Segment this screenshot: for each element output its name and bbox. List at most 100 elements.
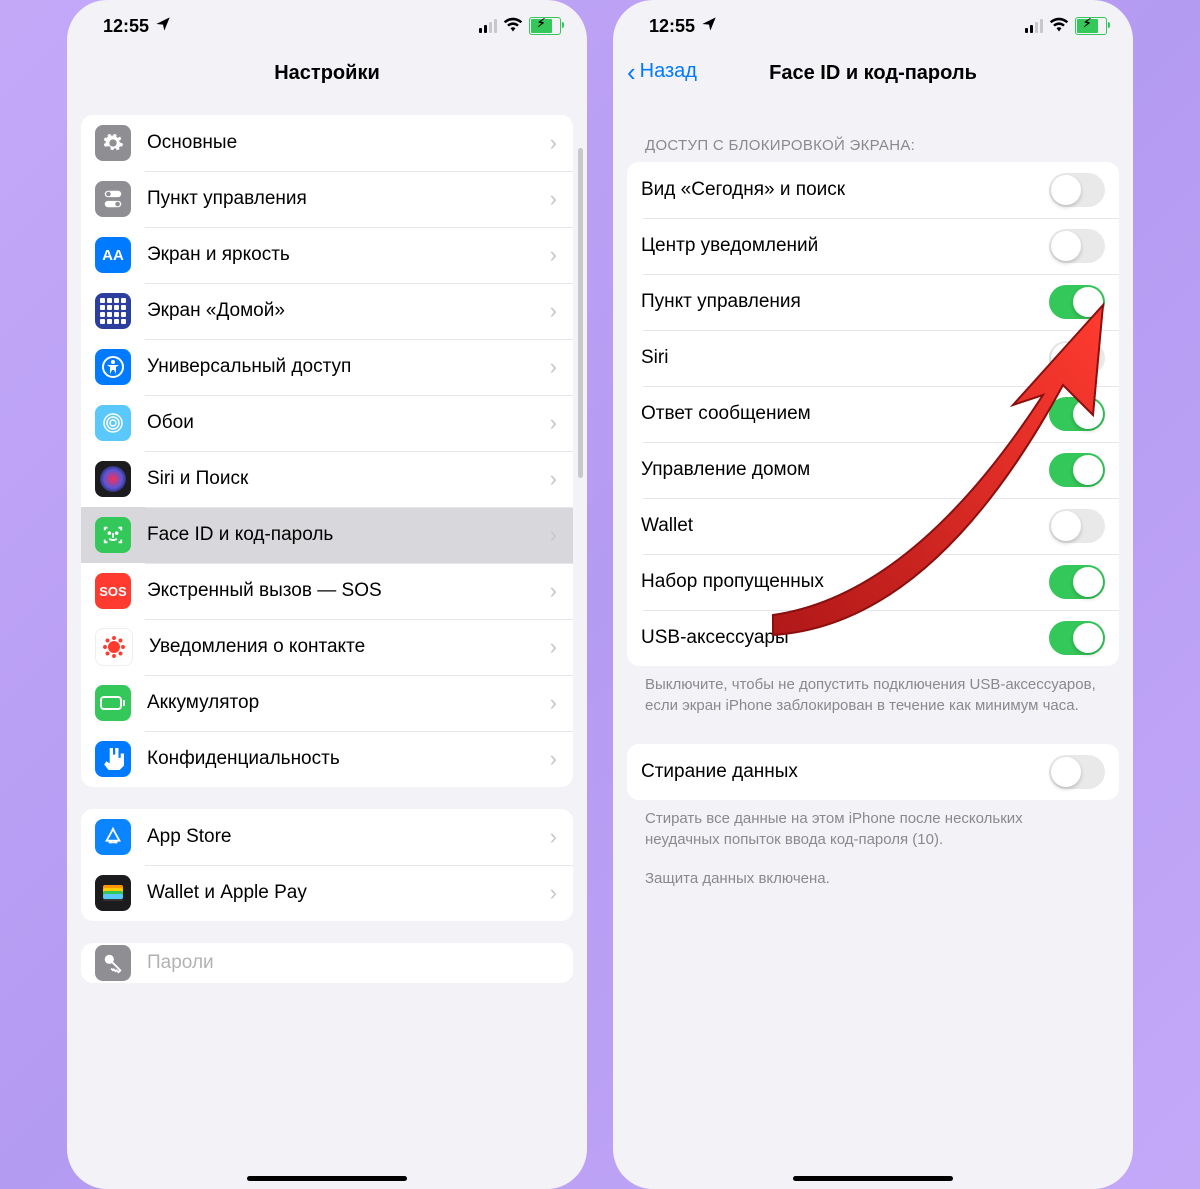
switch[interactable] (1049, 621, 1105, 655)
row-wallet-applepay[interactable]: Wallet и Apple Pay › (81, 865, 573, 921)
sos-icon: SOS (95, 573, 131, 609)
status-bar: 12:55 ⚡︎ (613, 0, 1133, 48)
chevron-right-icon: › (550, 130, 557, 156)
scrollbar[interactable] (578, 148, 583, 478)
gear-icon (95, 125, 131, 161)
battery-charging-icon: ⚡︎ (529, 17, 561, 35)
row-battery[interactable]: Аккумулятор › (81, 675, 573, 731)
home-indicator[interactable] (247, 1176, 407, 1181)
row-accessibility[interactable]: Универсальный доступ › (81, 339, 573, 395)
faceid-icon (95, 517, 131, 553)
toggle-return-missed-calls[interactable]: Набор пропущенных (627, 554, 1119, 610)
row-label: Универсальный доступ (147, 356, 534, 378)
settings-main-screen: 12:55 ⚡︎ Настройки Основные › Пункт упра (67, 0, 587, 1189)
accessibility-icon (95, 349, 131, 385)
switch[interactable] (1049, 173, 1105, 207)
chevron-right-icon: › (550, 634, 557, 660)
toggle-usb-accessories[interactable]: USB-аксессуары (627, 610, 1119, 666)
row-control-center[interactable]: Пункт управления › (81, 171, 573, 227)
switch[interactable] (1049, 229, 1105, 263)
row-label: Основные (147, 132, 534, 154)
row-label: Пароли (147, 952, 557, 974)
switch[interactable] (1049, 453, 1105, 487)
toggle-label: USB-аксессуары (641, 627, 1033, 649)
chevron-right-icon: › (550, 186, 557, 212)
chevron-right-icon: › (550, 690, 557, 716)
erase-footnote: Стирать все данные на этом iPhone после … (627, 800, 1119, 850)
privacy-hand-icon (95, 741, 131, 777)
toggle-label: Центр уведомлений (641, 235, 1033, 257)
chevron-right-icon: › (550, 410, 557, 436)
toggle-siri[interactable]: Siri (627, 330, 1119, 386)
page-title: Настройки (274, 62, 380, 84)
row-general[interactable]: Основные › (81, 115, 573, 171)
chevron-right-icon: › (550, 522, 557, 548)
section-header-lockscreen-access: Доступ с блокировкой экрана: (627, 95, 1119, 162)
settings-group-passwords-peek: Пароли (81, 943, 573, 983)
wifi-icon (1049, 16, 1069, 37)
row-faceid-passcode[interactable]: Face ID и код-пароль › (81, 507, 573, 563)
row-passwords[interactable]: Пароли (81, 943, 573, 983)
status-time: 12:55 (103, 16, 149, 37)
battery-charging-icon: ⚡︎ (1075, 17, 1107, 35)
row-app-store[interactable]: App Store › (81, 809, 573, 865)
switch[interactable] (1049, 341, 1105, 375)
row-home-screen[interactable]: Экран «Домой» › (81, 283, 573, 339)
row-siri-search[interactable]: Siri и Поиск › (81, 451, 573, 507)
status-bar: 12:55 ⚡︎ (67, 0, 587, 48)
switch[interactable] (1049, 509, 1105, 543)
battery-icon (95, 685, 131, 721)
row-label: Аккумулятор (147, 692, 534, 714)
row-label: Уведомления о контакте (149, 636, 534, 658)
back-button[interactable]: ‹ Назад (627, 59, 697, 85)
toggle-label: Пункт управления (641, 291, 1033, 313)
wallet-icon (95, 875, 131, 911)
home-screen-icon (95, 293, 131, 329)
chevron-right-icon: › (550, 466, 557, 492)
erase-group: Стирание данных (627, 744, 1119, 800)
row-emergency-sos[interactable]: SOS Экстренный вызов — SOS › (81, 563, 573, 619)
switch[interactable] (1049, 565, 1105, 599)
location-arrow-icon (155, 16, 171, 37)
row-label: App Store (147, 826, 534, 848)
cellular-signal-icon (479, 19, 497, 33)
status-time: 12:55 (649, 16, 695, 37)
toggle-wallet[interactable]: Wallet (627, 498, 1119, 554)
toggle-notification-center[interactable]: Центр уведомлений (627, 218, 1119, 274)
wifi-icon (503, 16, 523, 37)
row-display-brightness[interactable]: AA Экран и яркость › (81, 227, 573, 283)
location-arrow-icon (701, 16, 717, 37)
row-privacy[interactable]: Конфиденциальность › (81, 731, 573, 787)
back-label: Назад (640, 60, 697, 83)
nav-header: Настройки (67, 48, 587, 95)
settings-group-store: App Store › Wallet и Apple Pay › (81, 809, 573, 921)
row-exposure-notifications[interactable]: Уведомления о контакте › (81, 619, 573, 675)
toggle-label: Управление домом (641, 459, 1033, 481)
toggle-label: Стирание данных (641, 761, 1033, 783)
settings-group-general: Основные › Пункт управления › AA Экран и… (81, 115, 573, 787)
toggle-label: Wallet (641, 515, 1033, 537)
switch[interactable] (1049, 755, 1105, 789)
chevron-right-icon: › (550, 824, 557, 850)
toggle-home-control[interactable]: Управление домом (627, 442, 1119, 498)
toggle-reply-message[interactable]: Ответ сообщением (627, 386, 1119, 442)
home-indicator[interactable] (793, 1176, 953, 1181)
toggle-today-view[interactable]: Вид «Сегодня» и поиск (627, 162, 1119, 218)
cellular-signal-icon (1025, 19, 1043, 33)
chevron-right-icon: › (550, 578, 557, 604)
toggle-label: Набор пропущенных (641, 571, 1033, 593)
chevron-right-icon: › (550, 354, 557, 380)
toggle-label: Вид «Сегодня» и поиск (641, 179, 1033, 201)
chevron-right-icon: › (550, 880, 557, 906)
row-label: Экран «Домой» (147, 300, 534, 322)
row-wallpaper[interactable]: Обои › (81, 395, 573, 451)
row-label: Экстренный вызов — SOS (147, 580, 534, 602)
row-label: Пункт управления (147, 188, 534, 210)
toggle-label: Siri (641, 347, 1033, 369)
toggle-control-center[interactable]: Пункт управления (627, 274, 1119, 330)
switch[interactable] (1049, 285, 1105, 319)
toggle-erase-data[interactable]: Стирание данных (627, 744, 1119, 800)
switch[interactable] (1049, 397, 1105, 431)
row-label: Обои (147, 412, 534, 434)
nav-header: ‹ Назад Face ID и код-пароль (613, 48, 1133, 95)
